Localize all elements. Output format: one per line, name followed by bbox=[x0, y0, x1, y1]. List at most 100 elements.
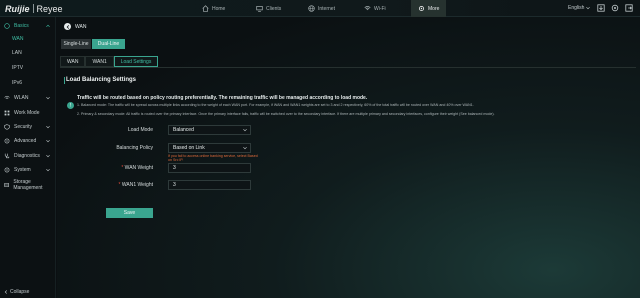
grid-icon bbox=[4, 110, 10, 116]
collapse-icon bbox=[4, 290, 8, 294]
info-icon: ! bbox=[67, 102, 74, 109]
sidebar: Basics WAN LAN IPTV IPv6 WLAN Work Mode … bbox=[0, 17, 56, 298]
sidebar-item-label: Diagnostics bbox=[14, 153, 40, 159]
balancing-policy-label: Balancing Policy bbox=[116, 145, 153, 151]
required-mark: * bbox=[121, 165, 124, 171]
sidebar-item-label: WLAN bbox=[14, 95, 29, 101]
nav-internet[interactable]: Internet bbox=[308, 0, 335, 17]
wan1-weight-value: 3 bbox=[173, 182, 176, 188]
sidebar-item-label: Security bbox=[14, 124, 33, 130]
chevron-down-icon bbox=[586, 6, 591, 10]
sidebar-item-wan[interactable]: WAN bbox=[12, 36, 23, 42]
chevron-down-icon bbox=[46, 139, 50, 143]
shield-icon bbox=[4, 124, 10, 130]
load-mode-value: Balanced bbox=[173, 127, 194, 133]
tab-load-settings[interactable]: Load Settings bbox=[113, 56, 159, 67]
sidebar-item-label: Storage Management bbox=[13, 179, 43, 191]
logout-icon[interactable] bbox=[625, 4, 633, 12]
main-content: WAN Single-Line Dual-Line WAN WAN1 Load … bbox=[57, 17, 640, 298]
wan1-weight-input[interactable]: 3 bbox=[168, 180, 251, 190]
wan1-weight-label-text: WAN1 Weight bbox=[121, 182, 153, 188]
sidebar-item-label: Work Mode bbox=[14, 110, 40, 116]
chevron-down-icon bbox=[46, 125, 50, 129]
back-button[interactable] bbox=[64, 23, 71, 30]
sidebar-item-storage[interactable]: Storage Management bbox=[0, 179, 56, 191]
chevron-down-icon bbox=[243, 128, 247, 132]
download-icon[interactable] bbox=[597, 4, 605, 12]
sidebar-item-basics[interactable]: Basics bbox=[0, 20, 56, 32]
top-bar: Ruijie Reyee Home Clients Internet Wi-Fi… bbox=[0, 0, 640, 17]
page-title: WAN bbox=[75, 23, 87, 30]
chevron-up-icon bbox=[46, 24, 50, 28]
sidebar-item-diagnostics[interactable]: Diagnostics bbox=[0, 150, 56, 162]
brand-logo: Ruijie Reyee bbox=[5, 3, 63, 14]
sidebar-item-label: System bbox=[14, 167, 31, 173]
nav-internet-label: Internet bbox=[318, 5, 335, 12]
tab-wan[interactable]: WAN bbox=[60, 56, 86, 67]
nav-home[interactable]: Home bbox=[202, 0, 225, 17]
sidebar-item-wlan[interactable]: WLAN bbox=[0, 92, 56, 104]
clients-icon bbox=[256, 6, 263, 12]
nav-home-label: Home bbox=[212, 5, 226, 12]
sidebar-item-system[interactable]: System bbox=[0, 164, 56, 176]
brand-ruijie: Ruijie bbox=[5, 3, 30, 14]
brand-separator bbox=[32, 4, 34, 13]
language-selector[interactable]: English bbox=[568, 5, 591, 11]
brand-reyee: Reyee bbox=[36, 3, 63, 14]
nav-more-label: More bbox=[428, 5, 440, 12]
wan1-weight-label: * WAN1 Weight bbox=[107, 182, 153, 188]
nav-wifi-label: Wi-Fi bbox=[374, 5, 386, 12]
section-title: Load Balancing Settings bbox=[66, 77, 137, 83]
tab-bar: WAN WAN1 Load Settings bbox=[60, 56, 159, 67]
sidebar-item-advanced[interactable]: Advanced bbox=[0, 135, 56, 147]
gear-icon bbox=[4, 167, 10, 173]
tip-line-2: 2. Primary & secondary mode: All traffic… bbox=[77, 112, 495, 116]
balancing-policy-warning: If you fail to access online banking ser… bbox=[168, 154, 258, 162]
section-accent-bar bbox=[64, 77, 65, 84]
sidebar-item-label: Basics bbox=[14, 23, 29, 29]
tip-line-1: 1. Balanced mode: The traffic will be sp… bbox=[77, 103, 474, 107]
gear-icon bbox=[4, 138, 10, 144]
sidebar-item-ipv6[interactable]: IPv6 bbox=[12, 80, 22, 86]
tip-title: Traffic will be routed based on policy r… bbox=[77, 95, 368, 101]
chevron-down-icon bbox=[46, 154, 50, 158]
nav-clients[interactable]: Clients bbox=[256, 0, 281, 17]
tab-wan1[interactable]: WAN1 bbox=[85, 56, 114, 67]
wan-weight-label: * WAN Weight bbox=[107, 165, 153, 171]
sidebar-item-security[interactable]: Security bbox=[0, 121, 56, 133]
load-mode-select[interactable]: Balanced bbox=[168, 125, 251, 135]
home-icon bbox=[202, 5, 209, 12]
tab-divider bbox=[60, 67, 636, 68]
globe-icon bbox=[308, 5, 315, 12]
wifi-icon bbox=[364, 6, 371, 11]
wifi-icon bbox=[4, 95, 10, 99]
wan-weight-input[interactable]: 3 bbox=[168, 163, 251, 173]
sidebar-item-lan[interactable]: LAN bbox=[12, 50, 22, 56]
load-mode-label: Load Mode bbox=[127, 127, 153, 133]
chevron-down-icon bbox=[46, 168, 50, 172]
single-line-button[interactable]: Single-Line bbox=[61, 39, 91, 49]
wan-weight-value: 3 bbox=[173, 165, 176, 171]
language-label: English bbox=[568, 5, 585, 11]
wan-weight-label-text: WAN Weight bbox=[124, 165, 153, 171]
chevron-left-icon bbox=[66, 24, 69, 29]
balancing-policy-value: Based on Link bbox=[173, 145, 205, 151]
sidebar-item-iptv[interactable]: IPTV bbox=[12, 65, 23, 71]
balancing-policy-select[interactable]: Based on Link bbox=[168, 143, 251, 153]
stethoscope-icon bbox=[4, 153, 10, 159]
page-header: WAN bbox=[64, 23, 86, 30]
globe-icon bbox=[4, 23, 10, 29]
settings-icon[interactable] bbox=[611, 4, 619, 12]
sidebar-item-work-mode[interactable]: Work Mode bbox=[0, 107, 56, 119]
sidebar-collapse-button[interactable]: Collapse bbox=[4, 289, 29, 295]
nav-more[interactable]: More bbox=[411, 0, 447, 17]
chevron-down-icon bbox=[46, 96, 50, 100]
chevron-down-icon bbox=[243, 146, 247, 150]
nav-wifi[interactable]: Wi-Fi bbox=[364, 0, 386, 17]
save-button[interactable]: Save bbox=[106, 208, 153, 218]
gear-icon bbox=[418, 5, 425, 12]
required-mark: * bbox=[118, 182, 121, 188]
dual-line-button[interactable]: Dual-Line bbox=[92, 39, 125, 49]
collapse-label: Collapse bbox=[10, 289, 30, 295]
sidebar-item-label: Advanced bbox=[14, 138, 37, 144]
